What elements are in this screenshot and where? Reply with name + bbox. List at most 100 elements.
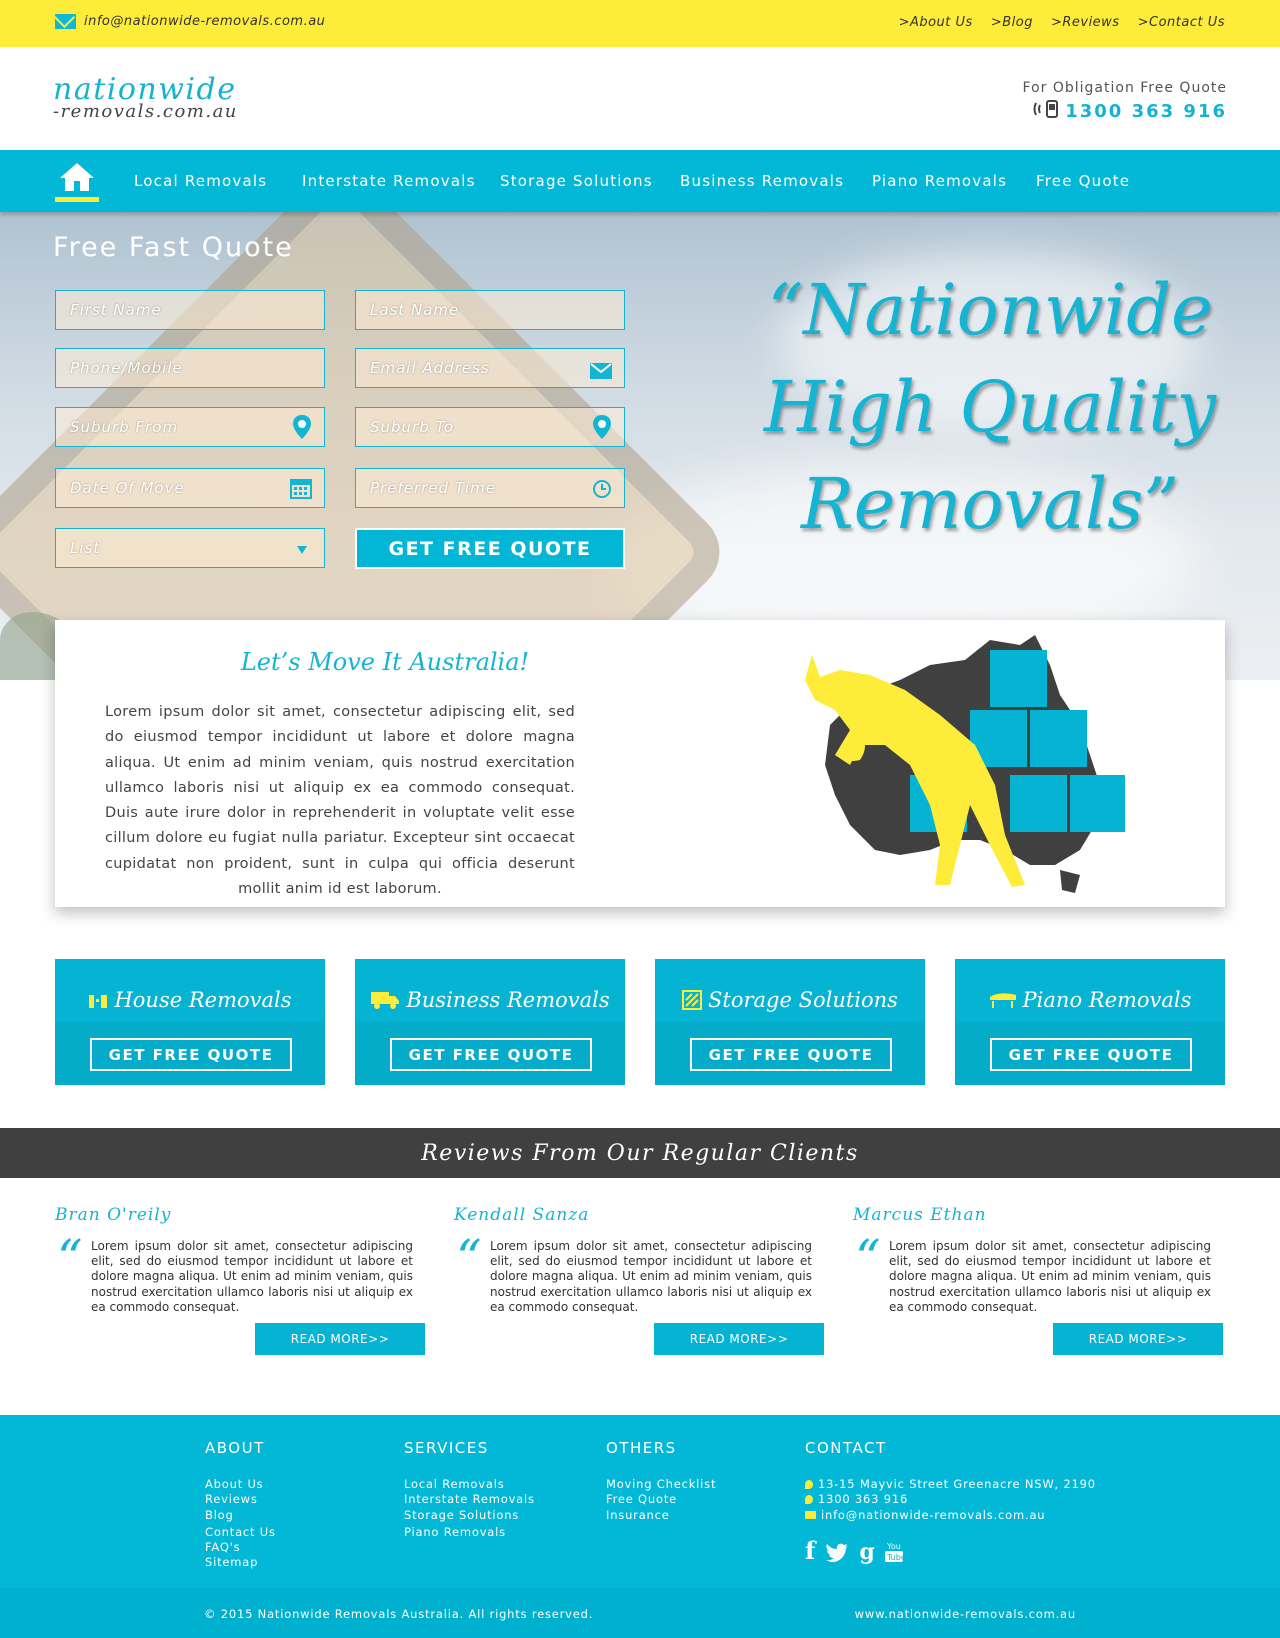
facebook-icon[interactable]: f (805, 1538, 815, 1563)
footer-heading: ABOUT (205, 1439, 265, 1457)
footer-phone[interactable]: 1300 363 916 (805, 1492, 1096, 1507)
top-link-reviews[interactable]: >Reviews (1051, 15, 1120, 30)
footer-heading: CONTACT (805, 1439, 887, 1457)
service-card-storage: Storage Solutions GET FREE QUOTE (655, 959, 925, 1085)
footer-link[interactable]: Interstate Removals (404, 1492, 535, 1507)
quote-label: For Obligation Free Quote (1022, 80, 1227, 96)
review-author: Marcus Ethan (853, 1205, 987, 1225)
slogan-line1: “Nationwide (767, 269, 1213, 351)
review-author: Bran O'reily (55, 1205, 172, 1225)
home-icon (60, 163, 94, 191)
top-email-text[interactable]: info@nationwide-removals.com.au (84, 14, 325, 29)
review-card: Bran O'reily “ Lorem ipsum dolor sit ame… (55, 1205, 425, 1355)
nav-storage-solutions[interactable]: Storage Solutions (500, 172, 653, 190)
google-plus-icon[interactable]: g (859, 1541, 874, 1563)
slogan-line3: Removals” (800, 463, 1180, 545)
twitter-icon[interactable] (825, 1543, 849, 1563)
list-placeholder: List (70, 539, 101, 557)
service-list-select[interactable]: List (55, 528, 325, 568)
review-text: Lorem ipsum dolor sit amet, consectetur … (91, 1239, 413, 1314)
footer-link[interactable]: Local Removals (404, 1477, 535, 1492)
read-more-button[interactable]: READ MORE>> (255, 1323, 425, 1355)
business-quote-button[interactable]: GET FREE QUOTE (390, 1038, 592, 1071)
nav-business-removals[interactable]: Business Removals (680, 172, 844, 190)
footer-link[interactable]: About Us (205, 1477, 276, 1492)
email-input[interactable]: Email Address (355, 348, 625, 388)
site-logo[interactable]: nationwide -removals.com.au (53, 75, 238, 121)
service-title: Piano Removals (955, 975, 1225, 1025)
footer-address-text: 13-15 Mayvic Street Greenacre NSW, 2190 (818, 1477, 1096, 1491)
storage-quote-button[interactable]: GET FREE QUOTE (690, 1038, 892, 1071)
envelope-icon (55, 14, 76, 29)
review-author: Kendall Sanza (454, 1205, 590, 1225)
email-placeholder: Email Address (370, 359, 490, 377)
nav-local-removals[interactable]: Local Removals (134, 172, 267, 190)
nav-free-quote[interactable]: Free Quote (1036, 172, 1130, 190)
footer-link[interactable]: Moving Checklist (606, 1477, 716, 1492)
suburb-from-input[interactable]: Suburb From (55, 407, 325, 447)
piano-quote-button[interactable]: GET FREE QUOTE (990, 1038, 1192, 1071)
nav-piano-removals[interactable]: Piano Removals (872, 172, 1007, 190)
phone-placeholder: Phone/Mobile (70, 359, 183, 377)
suburb-to-input[interactable]: Suburb To (355, 407, 625, 447)
service-card-business: Business Removals GET FREE QUOTE (355, 959, 625, 1085)
svg-text:Tube: Tube (886, 1553, 903, 1562)
preferred-time-input[interactable]: Preferred Time (355, 468, 625, 508)
house-quote-button[interactable]: GET FREE QUOTE (90, 1038, 292, 1071)
top-link-contact[interactable]: >Contact Us (1138, 15, 1225, 30)
phone-input[interactable]: Phone/Mobile (55, 348, 325, 388)
header-phone[interactable]: 1300 363 916 (1023, 100, 1227, 123)
youtube-icon[interactable]: You Tube (884, 1541, 903, 1563)
footer-services-column: SERVICES Local Removals Interstate Remov… (404, 1439, 535, 1540)
last-name-input[interactable]: Last Name (355, 290, 625, 330)
top-bar: info@nationwide-removals.com.au >About U… (0, 0, 1280, 47)
footer-link[interactable]: Reviews (205, 1492, 276, 1507)
about-text: Lorem ipsum dolor sit amet, consectetur … (105, 704, 575, 898)
calendar-icon (290, 479, 312, 499)
house-furniture-icon (89, 995, 108, 1008)
envelope-icon (590, 363, 612, 379)
nav-interstate-removals[interactable]: Interstate Removals (302, 172, 476, 190)
footer-email[interactable]: info@nationwide-removals.com.au (805, 1508, 1096, 1523)
svg-text:You: You (886, 1542, 901, 1551)
first-name-input[interactable]: First Name (55, 290, 325, 330)
hero-section: Free Fast Quote First Name Last Name Pho… (0, 212, 1280, 680)
footer-link[interactable]: Insurance (606, 1508, 716, 1523)
quote-mark-icon: “ (456, 1229, 482, 1287)
footer-link[interactable]: Contact Us (205, 1525, 276, 1540)
footer-bottom-bar: © 2015 Nationwide Removals Australia. Al… (0, 1588, 1280, 1638)
date-of-move-input[interactable]: Date Of Move (55, 468, 325, 508)
service-title-text: Business Removals (406, 988, 610, 1012)
dropdown-arrow-icon (297, 546, 307, 554)
main-nav: Local Removals Interstate Removals Stora… (0, 150, 1280, 212)
read-more-button[interactable]: READ MORE>> (1053, 1323, 1223, 1355)
home-active-indicator (55, 197, 99, 202)
review-text: Lorem ipsum dolor sit amet, consectetur … (889, 1239, 1211, 1314)
social-links: f g You Tube (805, 1538, 1096, 1563)
footer-link[interactable]: Sitemap (205, 1555, 276, 1570)
top-email[interactable]: info@nationwide-removals.com.au (55, 14, 325, 29)
quote-mark-icon: “ (57, 1229, 83, 1287)
top-link-about[interactable]: >About Us (899, 15, 973, 30)
footer-link[interactable]: FAQ's (205, 1540, 276, 1555)
service-title-text: Storage Solutions (708, 988, 898, 1012)
website-link[interactable]: www.nationwide-removals.com.au (855, 1607, 1076, 1621)
quote-form-title: Free Fast Quote (53, 232, 294, 263)
phone-icon (805, 1495, 813, 1505)
footer-link[interactable]: Piano Removals (404, 1525, 535, 1540)
footer-link[interactable]: Free Quote (606, 1492, 716, 1507)
top-link-blog[interactable]: >Blog (991, 15, 1033, 30)
footer-address: 13-15 Mayvic Street Greenacre NSW, 2190 (805, 1477, 1096, 1492)
map-pin-icon (593, 415, 611, 439)
footer-heading: SERVICES (404, 1439, 489, 1457)
footer-link[interactable]: Blog (205, 1508, 276, 1523)
service-title-text: House Removals (114, 988, 292, 1012)
suburb-to-placeholder: Suburb To (370, 418, 454, 436)
get-free-quote-button[interactable]: GET FREE QUOTE (355, 528, 625, 569)
clock-icon (593, 480, 611, 498)
review-text: Lorem ipsum dolor sit amet, consectetur … (490, 1239, 812, 1314)
last-name-placeholder: Last Name (370, 301, 460, 319)
footer-link[interactable]: Storage Solutions (404, 1508, 535, 1523)
nav-home[interactable] (55, 160, 99, 202)
read-more-button[interactable]: READ MORE>> (654, 1323, 824, 1355)
